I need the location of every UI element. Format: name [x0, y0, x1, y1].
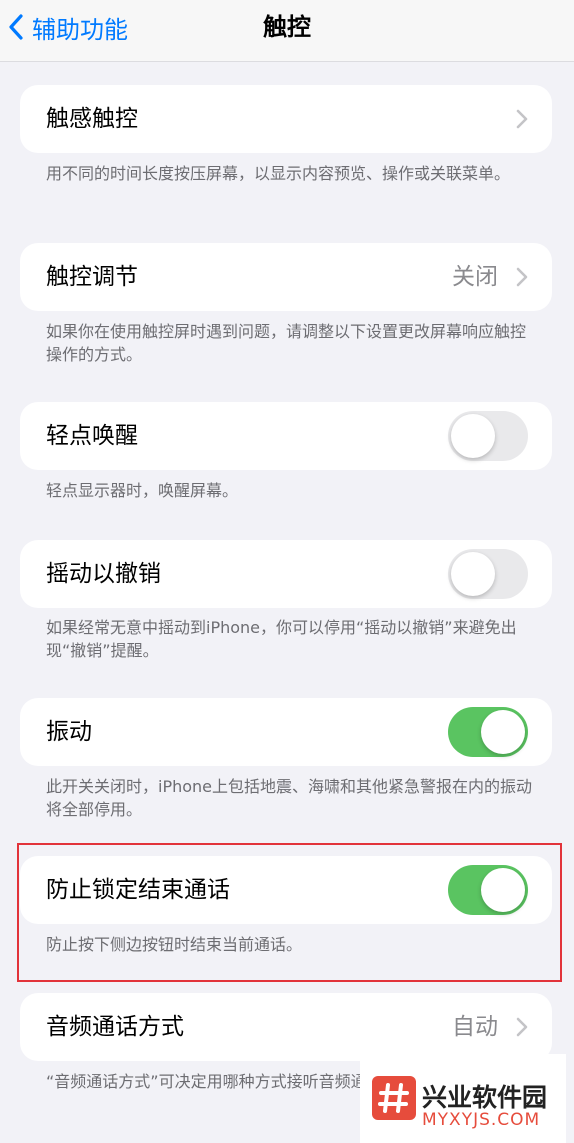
haptic-touch-cell[interactable]: 触感触控 [20, 85, 552, 153]
touch-accommodations-label: 触控调节 [46, 264, 138, 290]
watermark-subtitle: MYXYJS.COM [422, 1110, 541, 1130]
vibration-label: 振动 [46, 719, 92, 745]
watermark: 兴业软件园 MYXYJS.COM [360, 1054, 566, 1143]
navigation-bar: 辅助功能 触控 [0, 0, 574, 62]
toggle-knob [451, 414, 495, 458]
call-audio-routing-value: 自动 [452, 1014, 498, 1040]
haptic-touch-label: 触感触控 [46, 106, 138, 132]
toggle-knob [451, 552, 495, 596]
highlight-box [17, 843, 562, 982]
shake-to-undo-toggle[interactable] [448, 549, 528, 599]
tap-to-wake-toggle[interactable] [448, 411, 528, 461]
vibration-footer: 此开关关闭时，iPhone上包括地震、海啸和其他紧急警报在内的振动将全部停用。 [46, 777, 533, 819]
chevron-right-icon [516, 1017, 528, 1037]
shake-to-undo-label: 摇动以撤销 [46, 561, 161, 587]
chevron-right-icon [516, 109, 528, 129]
watermark-title: 兴业软件园 [422, 1083, 548, 1112]
call-audio-routing-cell[interactable]: 音频通话方式 自动 [20, 993, 552, 1061]
tap-to-wake-footer: 轻点显示器时，唤醒屏幕。 [46, 481, 239, 500]
vibration-cell: 振动 [20, 698, 552, 766]
touch-accommodations-value: 关闭 [452, 264, 498, 290]
chevron-right-icon [516, 267, 528, 287]
touch-accommodations-cell[interactable]: 触控调节 关闭 [20, 243, 552, 311]
page-title: 触控 [263, 13, 311, 41]
shake-to-undo-cell: 摇动以撤销 [20, 540, 552, 608]
haptic-touch-footer: 用不同的时间长度按压屏幕，以显示内容预览、操作或关联菜单。 [46, 164, 511, 183]
vibration-toggle[interactable] [448, 707, 528, 757]
shake-to-undo-footer: 如果经常无意中摇动到iPhone，你可以停用“摇动以撤销”来避免出现“撤销”提醒… [46, 618, 517, 660]
toggle-knob [481, 710, 525, 754]
watermark-logo-icon [372, 1076, 416, 1120]
call-audio-routing-label: 音频通话方式 [46, 1014, 184, 1040]
tap-to-wake-cell: 轻点唤醒 [20, 402, 552, 470]
touch-accommodations-footer: 如果你在使用触控屏时遇到问题，请调整以下设置更改屏幕响应触控操作的方式。 [46, 322, 527, 364]
tap-to-wake-label: 轻点唤醒 [46, 423, 138, 449]
